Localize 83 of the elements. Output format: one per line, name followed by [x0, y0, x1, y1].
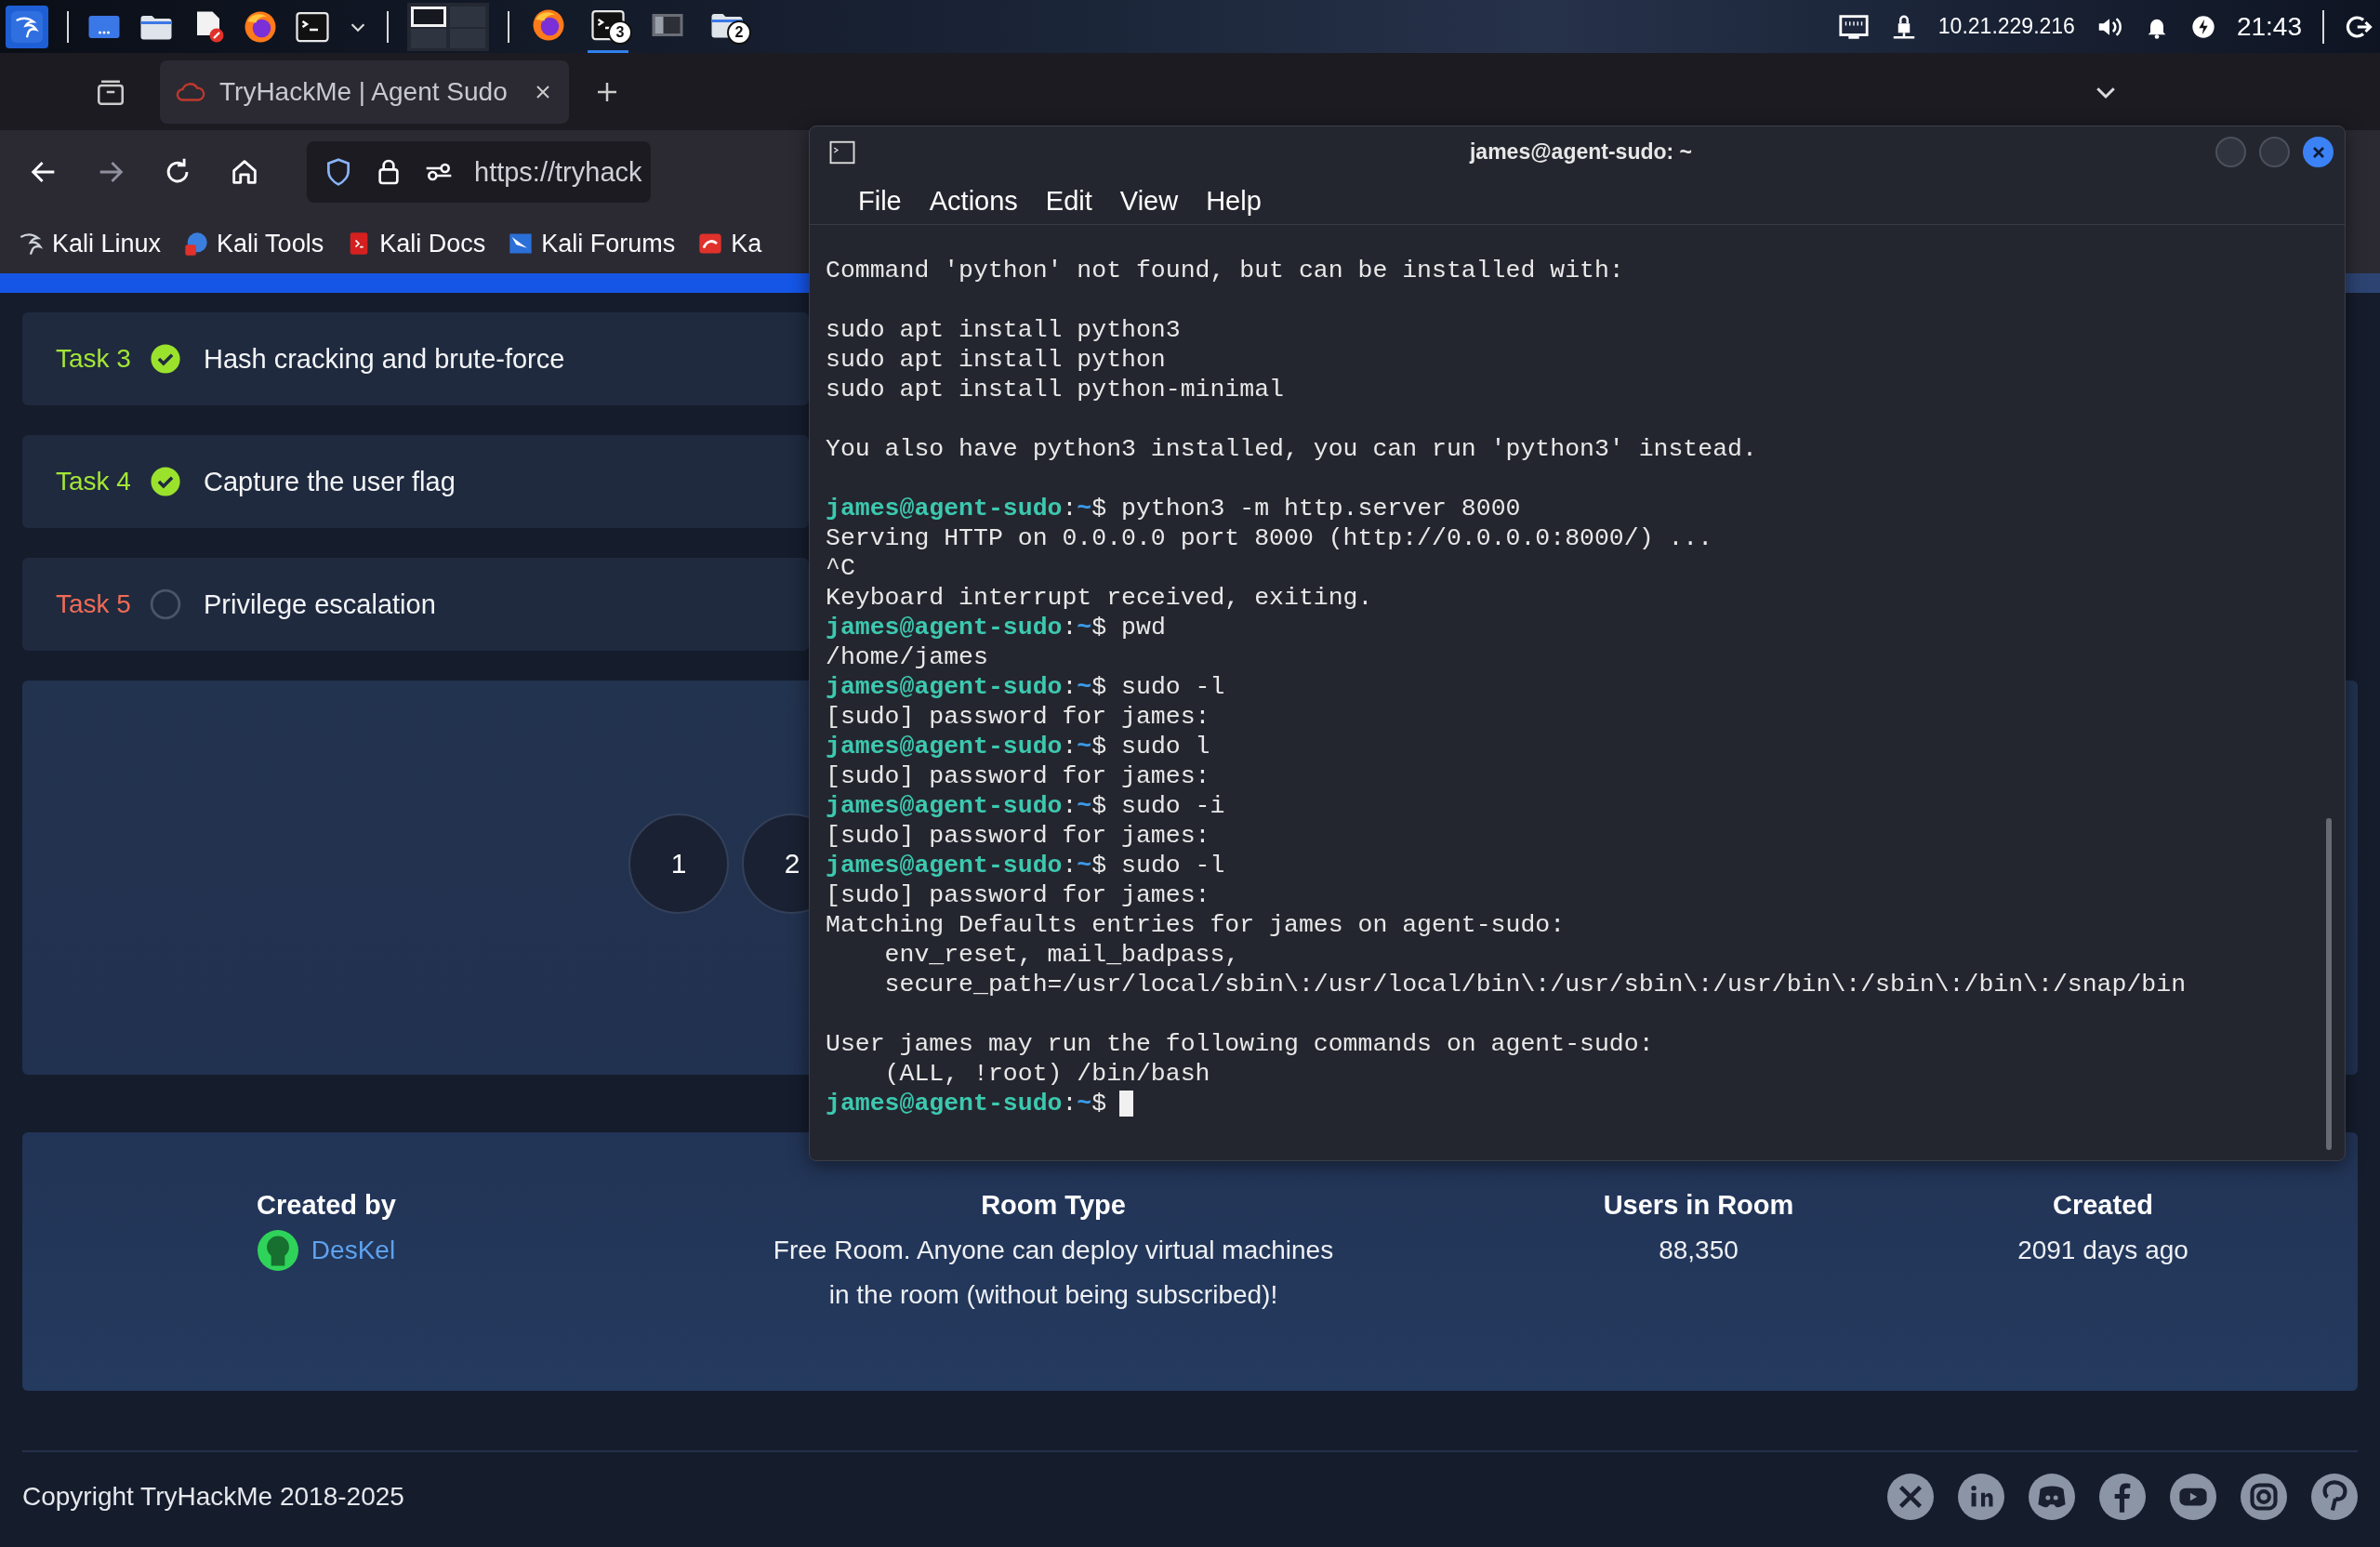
task-label: Task 3 — [56, 344, 131, 374]
rating-option[interactable]: 1 — [628, 813, 729, 914]
info-value: Free Room. Anyone can deploy virtual machines in the room (without being subscribed)! — [773, 1235, 1334, 1311]
badge-icon — [183, 231, 210, 257]
terminal-line: james@agent-sudo:~$ sudo -l — [826, 851, 1225, 880]
terminal-line: secure_path=/usr/local/sbin\:/usr/local/bin\:/usr/sbin\:/usr/bin\:/sbin\:/bin\:/snap/bin — [883, 970, 2187, 999]
bookmark-link[interactable]: Kali Docs — [346, 229, 486, 258]
social-icon[interactable] — [2170, 1474, 2216, 1520]
browser-icon[interactable] — [244, 9, 277, 44]
terminal-line: [sudo] password for james: — [826, 880, 1210, 910]
social-icon[interactable] — [2241, 1474, 2287, 1520]
info-heading: Created by — [257, 1190, 396, 1221]
terminal-line: [sudo] password for james: — [826, 702, 1210, 732]
url-text: https://tryhack — [474, 156, 642, 188]
tab-title: TryHackMe | Agent Sudo — [219, 76, 509, 107]
bookmark-link[interactable]: Kali Linux — [19, 229, 162, 258]
app-menu-button[interactable] — [6, 5, 48, 48]
task-title: Hash cracking and brute-force — [203, 343, 565, 375]
count-badge: 2 — [727, 20, 751, 45]
terminal-line: Serving HTTP on 0.0.0.0 port 8000 (http://0.0.0.0:8000/) ... — [826, 523, 1713, 553]
menu-item[interactable]: Edit — [1045, 185, 1092, 217]
scrollbar-thumb[interactable] — [2326, 818, 2332, 1150]
avatar-icon — [257, 1230, 298, 1271]
task-title: Capture the user flag — [203, 466, 456, 497]
author-link[interactable]: DesKel — [311, 1236, 396, 1265]
social-icon[interactable] — [1887, 1474, 1934, 1520]
social-icon[interactable] — [2099, 1474, 2146, 1520]
address-bar[interactable]: https://tryhack — [307, 141, 651, 203]
rating-option[interactable]: 2 — [742, 813, 809, 914]
ip-address: 10.21.229.216 — [1937, 14, 2075, 39]
terminal-icon[interactable] — [296, 9, 329, 44]
terminal-line: james@agent-sudo:~$ sudo -i — [826, 791, 1225, 821]
terminal-line: env_reset, mail_badpass, — [883, 940, 1240, 970]
browser-tab[interactable]: TryHackMe | Agent Sudo — [160, 60, 569, 124]
task-card[interactable]: Task 4 Capture the user flag — [22, 435, 809, 528]
menu-item[interactable]: View — [1119, 185, 1179, 217]
menu-item[interactable]: Help — [1206, 185, 1262, 217]
terminal-line: Command 'python' not found, but can be installed with: — [826, 256, 1624, 285]
terminal-line: james@agent-sudo:~$ sudo l — [826, 732, 1210, 761]
terminal-line: james@agent-sudo:~$ pwd — [826, 613, 1166, 642]
task-title: Privilege escalation — [203, 588, 436, 620]
menu-item[interactable]: Actions — [929, 185, 1018, 217]
terminal-line: User james may run the following commands on agent-sudo: — [826, 1029, 1654, 1059]
terminal-line: [sudo] password for james: — [826, 761, 1210, 791]
terminal-line: james@agent-sudo:~$ — [826, 1089, 1107, 1118]
menu-item[interactable]: File — [858, 185, 902, 217]
browser-icon — [532, 8, 565, 42]
info-heading: Created — [2053, 1190, 2153, 1221]
dragon-icon — [11, 10, 43, 43]
terminal-line: james@agent-sudo:~$ sudo -l — [826, 672, 1225, 702]
terminal-line: sudo apt install python3 — [826, 315, 1181, 345]
social-icon[interactable] — [2029, 1474, 2075, 1520]
window-title: james@agent-sudo: ~ — [1469, 139, 1693, 165]
workspace-switcher-icon[interactable] — [407, 2, 489, 51]
task-label: Task 4 — [56, 467, 131, 496]
task-card[interactable]: Task 3 Hash cracking and brute-force — [22, 312, 809, 405]
task-card[interactable]: Task 5 Privilege escalation — [22, 558, 809, 651]
terminal-line: (ALL, !root) /bin/bash — [883, 1059, 1210, 1089]
social-icon[interactable] — [1958, 1474, 2004, 1520]
terminal-line: Keyboard interrupt received, exiting. — [826, 583, 1373, 613]
count-badge: 3 — [608, 20, 632, 45]
terminal-line: /home/james — [826, 642, 988, 672]
copyright-text: Copyright TryHackMe 2018-2025 — [22, 1482, 404, 1512]
terminal-line: You also have python3 installed, you can run 'python3' instead. — [826, 434, 1757, 464]
bookmark-link[interactable]: Ka — [697, 229, 762, 258]
info-heading: Room Type — [981, 1190, 1126, 1221]
terminal-line: ^C — [826, 553, 855, 583]
terminal-line: james@agent-sudo:~$ python3 -m http.server 8000 — [826, 494, 1521, 523]
info-heading: Users in Room — [1603, 1190, 1794, 1221]
bookmark-link[interactable]: Kali Forums — [508, 229, 676, 258]
info-value: 2091 days ago — [2017, 1235, 2188, 1266]
terminal-line: Matching Defaults entries for james on agent-sudo: — [826, 910, 1566, 940]
dragon-icon — [19, 231, 45, 257]
terminal-line: sudo apt install python-minimal — [826, 375, 1284, 404]
power-icon[interactable] — [2189, 13, 2216, 40]
task-label: Task 5 — [56, 589, 131, 619]
close-button[interactable] — [2303, 137, 2334, 167]
social-icon[interactable] — [2311, 1474, 2358, 1520]
clock[interactable]: 21:43 — [2236, 11, 2302, 42]
bookmark-link[interactable]: Kali Tools — [183, 229, 324, 258]
terminal-line: [sudo] password for james: — [826, 821, 1210, 851]
info-value: 88,350 — [1659, 1235, 1739, 1266]
terminal-line: sudo apt install python — [826, 345, 1166, 375]
